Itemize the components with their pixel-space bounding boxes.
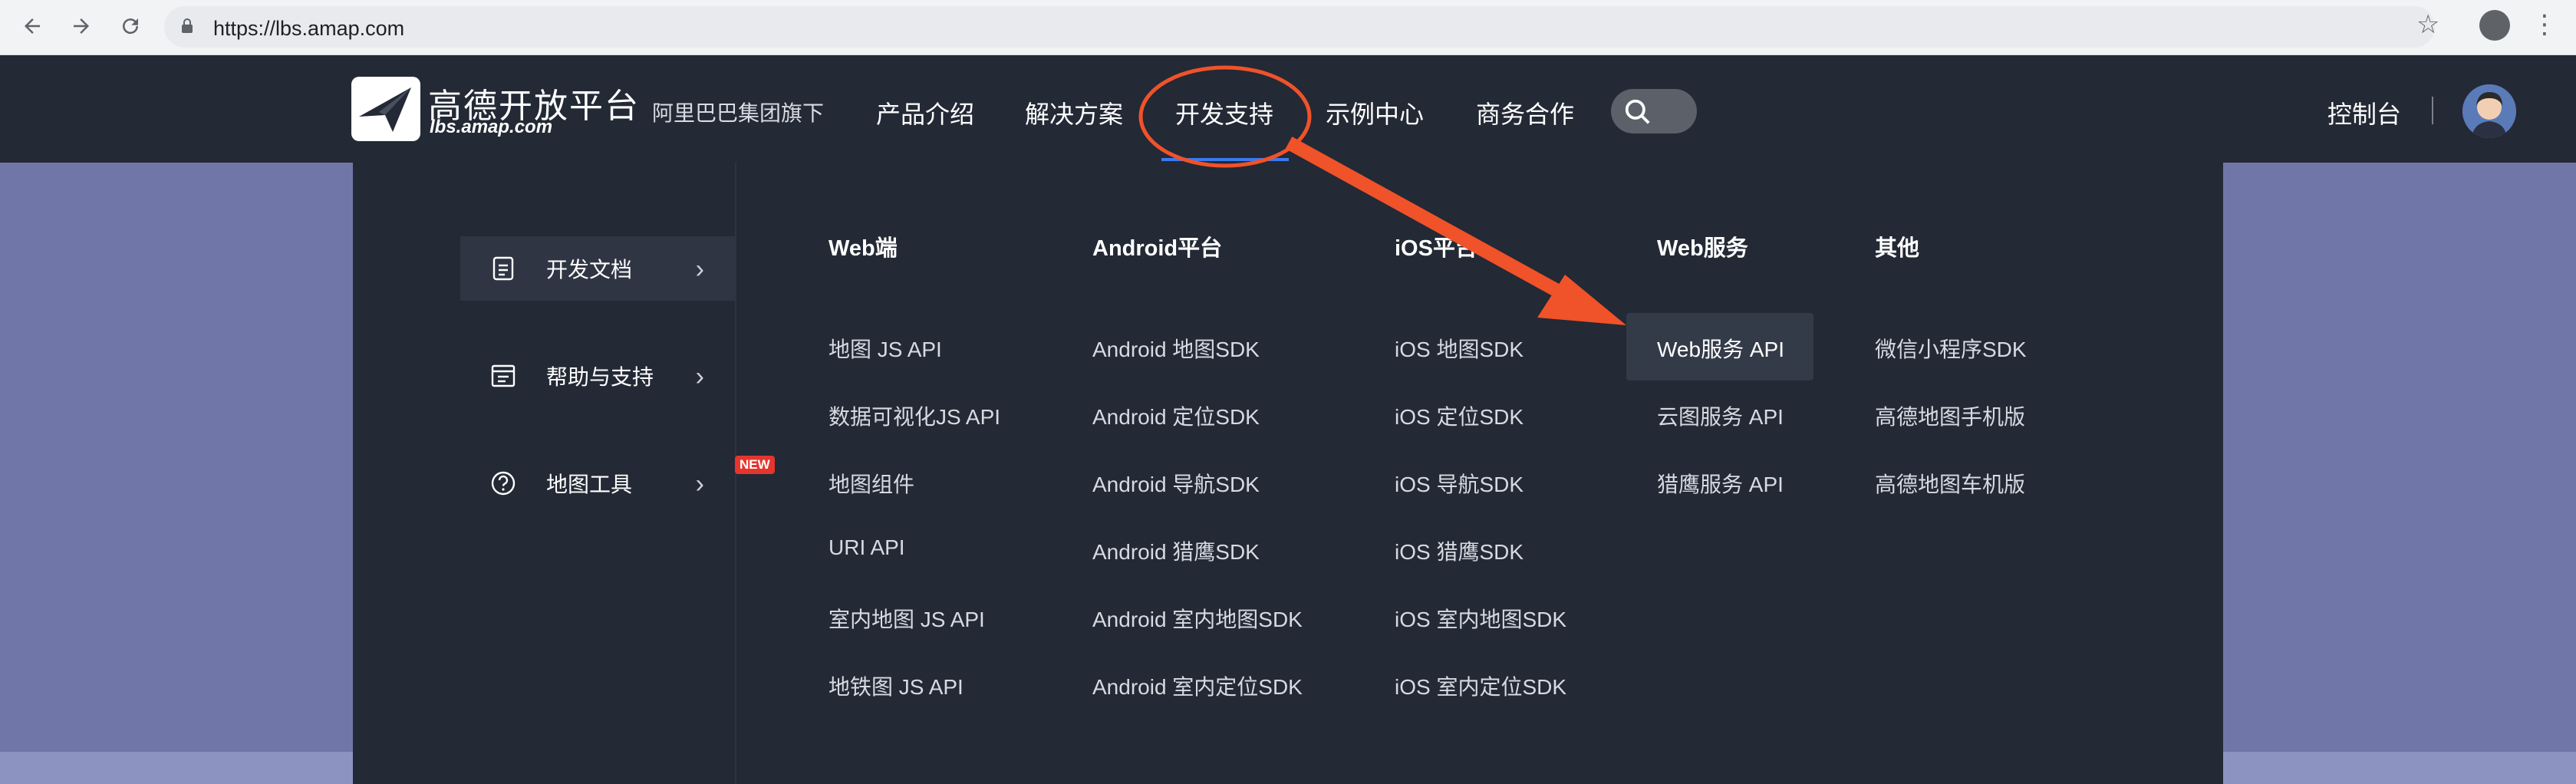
link-ios-map-sdk[interactable]: iOS 地图SDK: [1395, 333, 1524, 364]
search-button[interactable]: [1611, 89, 1697, 133]
column-heading-other: 其他: [1875, 236, 1920, 261]
new-badge: NEW: [735, 456, 775, 474]
back-arrow-icon[interactable]: [15, 9, 49, 43]
sidebar-item-label: 地图工具: [546, 473, 633, 496]
column-heading-android: Android平台: [1092, 236, 1223, 261]
browser-menu-icon[interactable]: ⋮: [2532, 9, 2558, 40]
link-ios-location-sdk[interactable]: iOS 定位SDK: [1395, 400, 1524, 431]
nav-product[interactable]: 产品介绍: [876, 95, 974, 130]
link-falcon-service-api[interactable]: 猎鹰服务 API: [1657, 468, 1784, 499]
document-icon: [489, 255, 517, 282]
link-android-map-sdk[interactable]: Android 地图SDK: [1092, 333, 1260, 364]
logo-subtitle: lbs.amap.com: [430, 117, 553, 137]
link-map-components[interactable]: 地图组件: [828, 468, 914, 499]
sidebar-item-help-support[interactable]: 帮助与支持 ›: [460, 344, 735, 408]
dev-support-dropdown: 开发文档 › 帮助与支持 › 地图工具 NEW › Web端 地图 JS API…: [353, 163, 2223, 784]
chevron-right-icon: ›: [695, 362, 704, 391]
link-android-falcon-sdk[interactable]: Android 猎鹰SDK: [1092, 535, 1260, 566]
link-amap-mobile[interactable]: 高德地图手机版: [1875, 400, 2025, 431]
bookmark-star-icon[interactable]: ☆: [2416, 9, 2439, 40]
link-uri-api[interactable]: URI API: [828, 535, 905, 560]
column-heading-web-services: Web服务: [1657, 236, 1748, 261]
link-subway-js-api[interactable]: 地铁图 JS API: [828, 670, 964, 701]
url-text: https://lbs.amap.com: [213, 17, 405, 40]
link-android-indoor-loc-sdk[interactable]: Android 室内定位SDK: [1092, 670, 1303, 701]
amap-logo-icon[interactable]: [351, 77, 420, 141]
link-data-vis-js-api[interactable]: 数据可视化JS API: [828, 400, 1000, 431]
question-circle-icon: [489, 469, 517, 497]
tagline: 阿里巴巴集团旗下: [652, 101, 825, 125]
active-nav-underline: [1161, 158, 1289, 161]
link-ios-indoor-loc-sdk[interactable]: iOS 室内定位SDK: [1395, 670, 1566, 701]
nav-dev-support[interactable]: 开发支持: [1175, 95, 1273, 130]
link-js-api[interactable]: 地图 JS API: [828, 333, 942, 364]
link-ios-falcon-sdk[interactable]: iOS 猎鹰SDK: [1395, 535, 1524, 566]
chevron-right-icon: ›: [695, 255, 704, 284]
help-panel-icon: [489, 362, 517, 390]
console-link[interactable]: 控制台: [2327, 95, 2401, 130]
reload-icon[interactable]: [114, 9, 147, 43]
column-heading-ios: iOS平台: [1395, 236, 1477, 261]
nav-examples[interactable]: 示例中心: [1326, 95, 1424, 130]
lock-icon: [182, 18, 193, 33]
user-avatar[interactable]: [2462, 84, 2516, 138]
nav-solutions[interactable]: 解决方案: [1025, 95, 1123, 130]
header-divider: [2432, 97, 2433, 124]
browser-toolbar: https://lbs.amap.com ☆ ⋮: [0, 0, 2576, 55]
link-android-indoor-map-sdk[interactable]: Android 室内地图SDK: [1092, 603, 1303, 634]
browser-profile-icon[interactable]: [2479, 10, 2510, 41]
nav-business[interactable]: 商务合作: [1476, 95, 1574, 130]
link-indoor-js-api[interactable]: 室内地图 JS API: [828, 603, 985, 634]
link-cloud-map-api[interactable]: 云图服务 API: [1657, 400, 1784, 431]
chevron-right-icon: ›: [695, 469, 704, 499]
site-header: 高德开放平台 lbs.amap.com 阿里巴巴集团旗下 产品介绍 解决方案 开…: [0, 55, 2576, 163]
link-ios-indoor-map-sdk[interactable]: iOS 室内地图SDK: [1395, 603, 1566, 634]
link-android-nav-sdk[interactable]: Android 导航SDK: [1092, 468, 1260, 499]
sidebar-item-dev-docs[interactable]: 开发文档 ›: [460, 236, 735, 301]
sidebar-item-label: 帮助与支持: [546, 365, 654, 389]
sidebar-item-map-tools[interactable]: 地图工具 NEW ›: [460, 451, 775, 516]
link-wechat-miniprogram-sdk[interactable]: 微信小程序SDK: [1875, 333, 2027, 364]
link-web-service-api[interactable]: Web服务 API: [1657, 333, 1784, 364]
dropdown-sidebar: 开发文档 › 帮助与支持 › 地图工具 NEW ›: [353, 163, 775, 784]
link-amap-car[interactable]: 高德地图车机版: [1875, 468, 2025, 499]
address-bar[interactable]: https://lbs.amap.com: [164, 6, 2435, 48]
link-android-location-sdk[interactable]: Android 定位SDK: [1092, 400, 1260, 431]
search-icon: [1625, 99, 1650, 124]
column-heading-web: Web端: [828, 236, 898, 261]
link-ios-nav-sdk[interactable]: iOS 导航SDK: [1395, 468, 1524, 499]
forward-arrow-icon[interactable]: [64, 9, 98, 43]
sidebar-item-label: 开发文档: [546, 258, 633, 282]
